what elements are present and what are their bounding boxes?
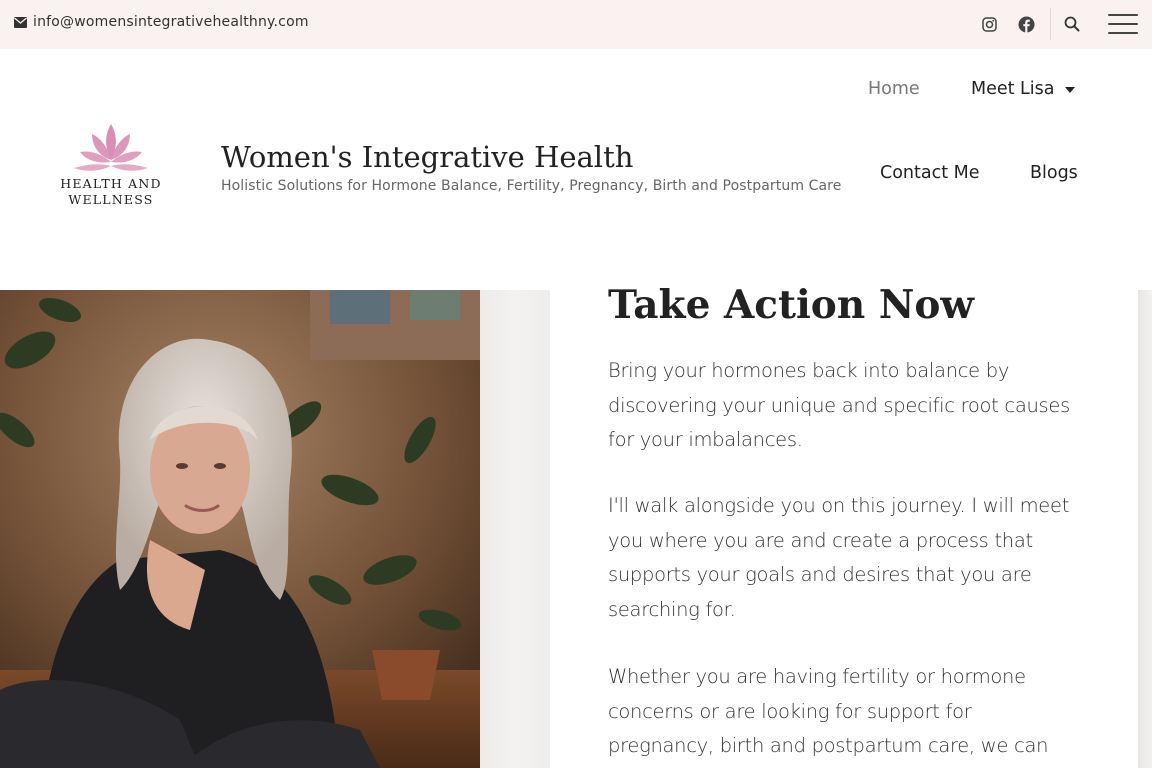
hero-paragraph-2: I'll walk alongside you on this journey.… <box>608 494 1070 621</box>
paper-texture-left <box>480 290 550 768</box>
hero-paragraph-3: Whether you are having fertility or horm… <box>608 665 1049 757</box>
top-bar: info@womensintegrativehealthny.com <box>0 0 1152 49</box>
logo-text-line1: HEALTH AND <box>60 176 162 191</box>
facebook-icon[interactable] <box>1016 14 1036 34</box>
nav-meet-lisa[interactable]: Meet Lisa <box>971 79 1075 99</box>
nav-blogs[interactable]: Blogs <box>1030 163 1078 183</box>
logo-text-line2: WELLNESS <box>68 192 154 207</box>
instagram-icon[interactable] <box>979 14 999 34</box>
take-action-heading: Take Action Now <box>608 282 974 328</box>
portrait-photo <box>0 290 481 768</box>
nav-meet-lisa-label: Meet Lisa <box>971 79 1055 99</box>
search-icon[interactable] <box>1062 14 1082 34</box>
site-logo[interactable]: HEALTH AND WELLNESS <box>58 122 164 212</box>
nav-home[interactable]: Home <box>868 79 920 99</box>
lotus-icon <box>74 124 148 171</box>
paper-texture-right <box>1138 290 1152 768</box>
email-link[interactable]: info@womensintegrativehealthny.com <box>14 14 309 30</box>
topbar-divider <box>1050 8 1051 40</box>
site-tagline: Holistic Solutions for Hormone Balance, … <box>221 178 842 194</box>
hero-paragraph-1: Bring your hormones back into balance by… <box>608 359 1070 451</box>
menu-icon[interactable] <box>1108 14 1138 34</box>
site-title[interactable]: Women's Integrative Health <box>221 140 633 174</box>
envelope-icon <box>14 16 27 28</box>
logo-text: HEALTH AND WELLNESS <box>58 176 164 208</box>
nav-contact-me[interactable]: Contact Me <box>880 163 980 183</box>
email-text: info@womensintegrativehealthny.com <box>33 14 309 30</box>
caret-down-icon <box>1064 87 1075 93</box>
